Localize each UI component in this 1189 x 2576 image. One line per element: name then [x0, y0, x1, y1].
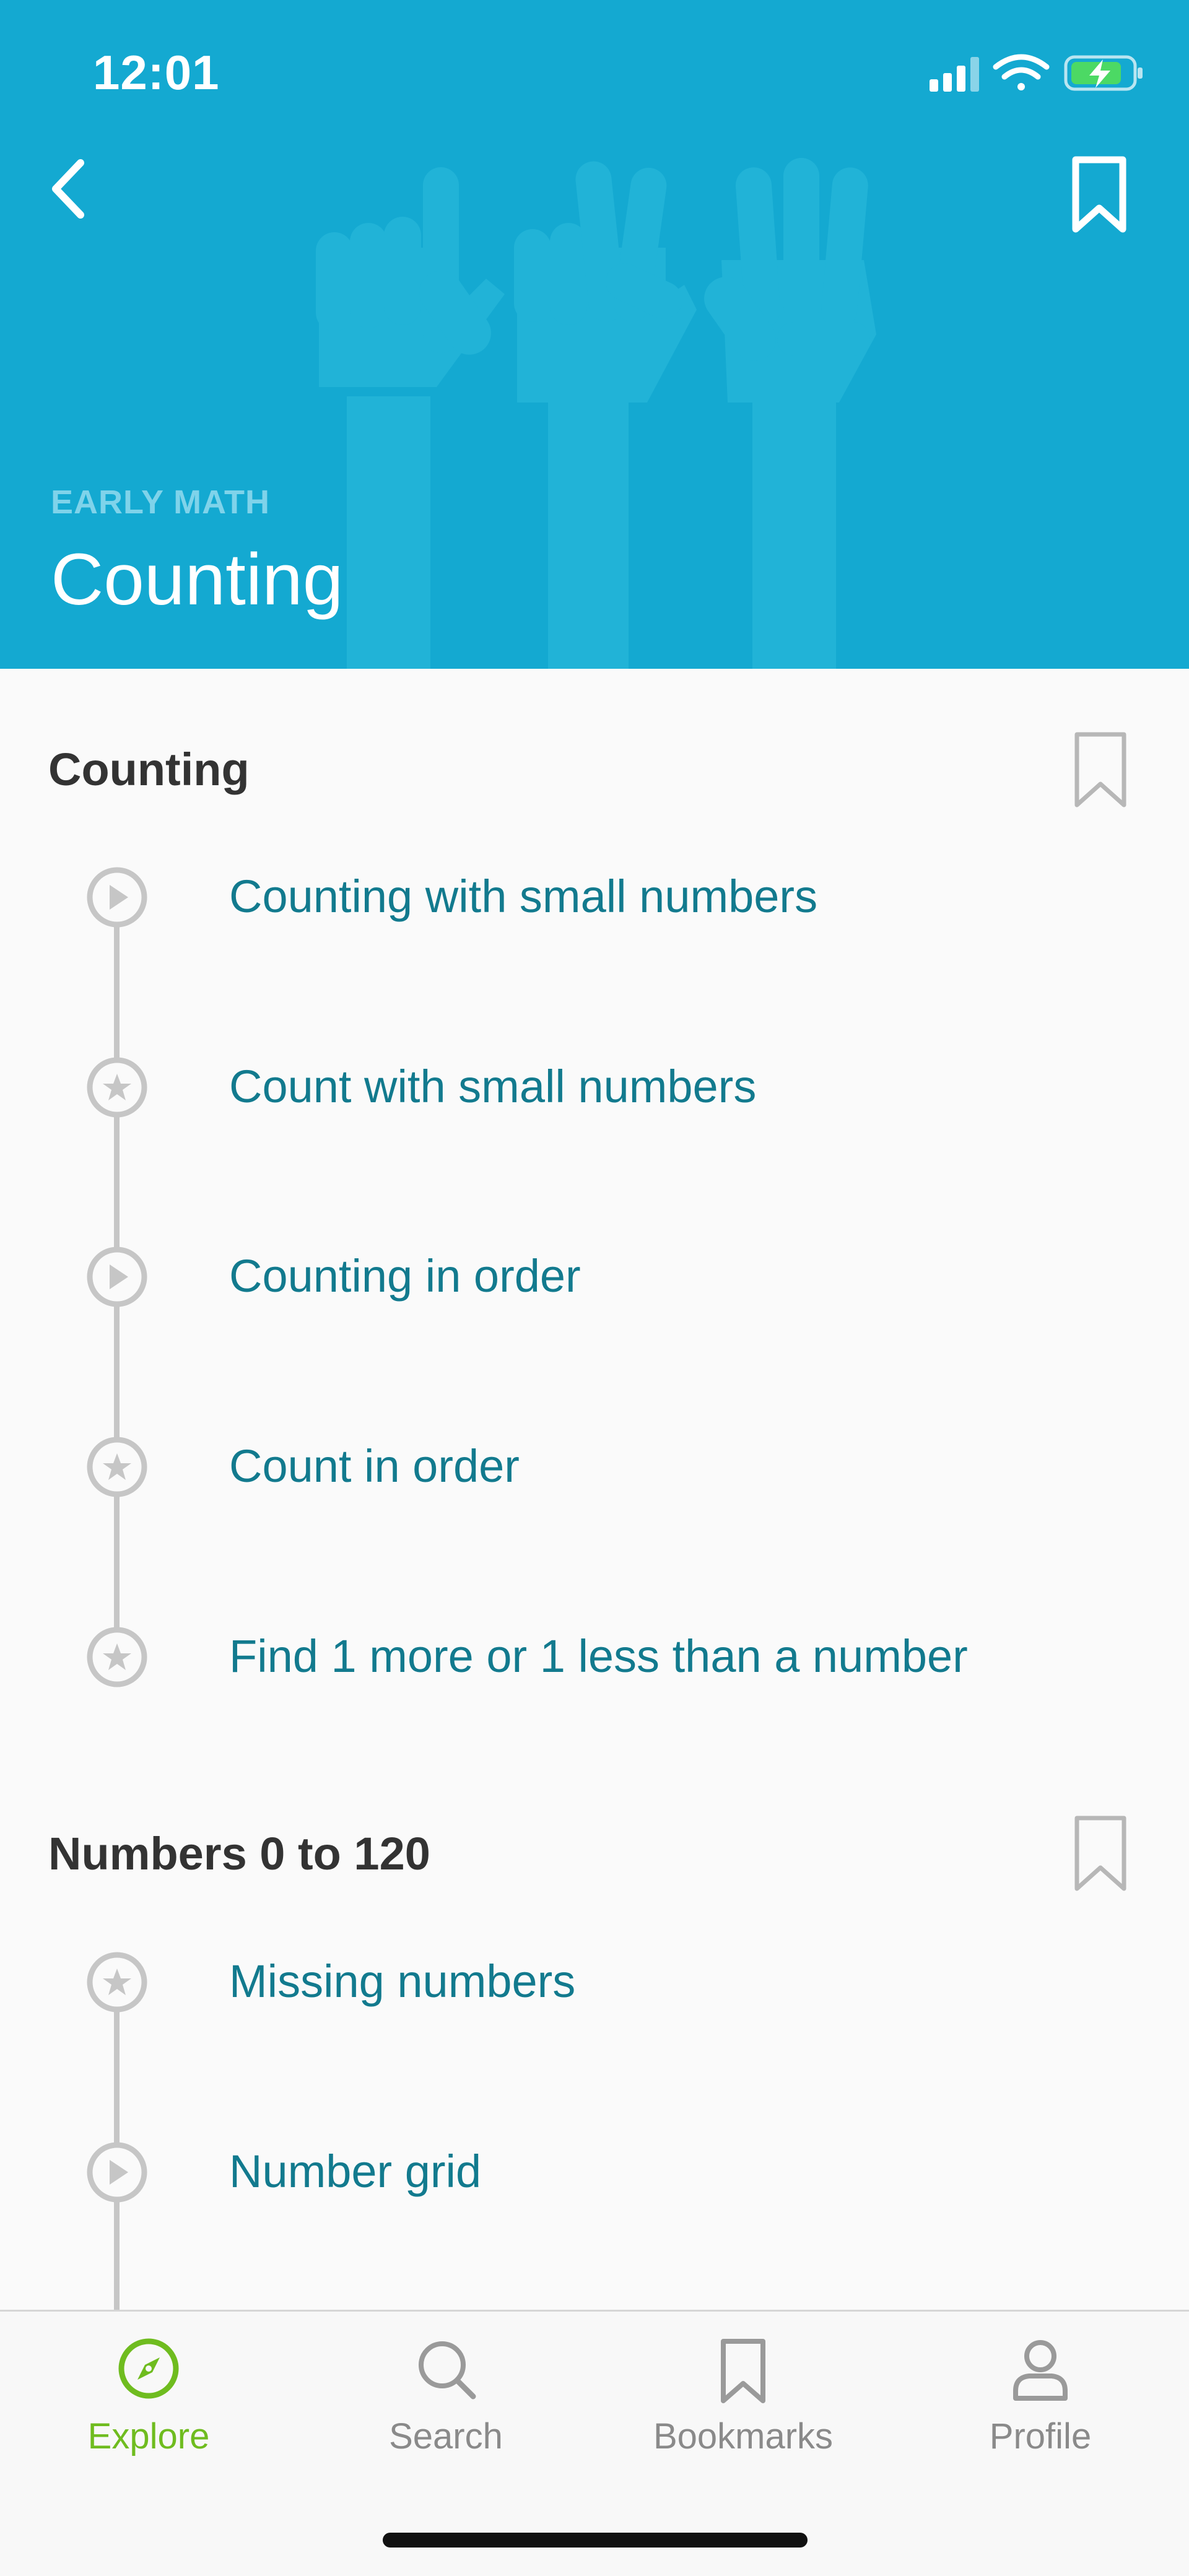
tab-label: Explore: [87, 2416, 210, 2456]
wifi-icon: [993, 54, 1050, 90]
bookmark-icon: [1074, 1816, 1126, 1891]
section-title: Counting: [48, 744, 250, 795]
tab-profile[interactable]: Profile: [892, 2312, 1189, 2473]
signal-icon: [930, 57, 979, 92]
section-bookmark-button[interactable]: [1069, 729, 1131, 811]
search-icon: [419, 2341, 476, 2400]
bookmark-icon: [721, 2339, 765, 2403]
video-icon: [87, 867, 147, 928]
topic-header: 12:01 EARLY MATH Counting: [0, 0, 1189, 669]
section-title: Numbers 0 to 120: [48, 1828, 430, 1879]
video-icon: [87, 1247, 147, 1307]
bookmark-icon: [1072, 156, 1126, 233]
exercise-star-icon: [87, 1437, 147, 1497]
status-icons: [930, 54, 1143, 92]
lesson-item[interactable]: Missing numbers: [229, 1955, 575, 2008]
compass-icon: [118, 2338, 179, 2399]
bookmark-icon: [1074, 732, 1126, 807]
tab-label: Search: [389, 2416, 503, 2456]
chevron-left-icon: [52, 159, 84, 219]
lesson-item[interactable]: Count with small numbers: [229, 1060, 756, 1113]
exercise-star-icon: [87, 1057, 147, 1118]
home-indicator: [383, 2533, 808, 2548]
tab-label: Bookmarks: [653, 2416, 834, 2456]
exercise-star-icon: [87, 1627, 147, 1687]
lesson-item[interactable]: Counting in order: [229, 1250, 581, 1302]
section-bookmark-button[interactable]: [1069, 1813, 1131, 1895]
subject-label: EARLY MATH: [51, 484, 271, 521]
video-icon: [87, 2142, 147, 2203]
back-button[interactable]: [43, 152, 99, 226]
lesson-item[interactable]: Counting with small numbers: [229, 870, 817, 923]
tab-explore[interactable]: Explore: [0, 2312, 297, 2473]
page-title: Counting: [51, 539, 344, 620]
battery-icon: [1064, 55, 1143, 91]
tab-label: Profile: [989, 2416, 1092, 2456]
lesson-item[interactable]: Count in order: [229, 1440, 520, 1492]
person-icon: [1013, 2340, 1068, 2401]
exercise-star-icon: [87, 1952, 147, 2012]
status-time: 12:01: [93, 45, 220, 100]
header-bookmark-button[interactable]: [1068, 155, 1130, 235]
lesson-item[interactable]: Find 1 more or 1 less than a number: [229, 1630, 968, 1682]
tab-search[interactable]: Search: [297, 2312, 594, 2473]
lesson-item[interactable]: Number grid: [229, 2145, 481, 2198]
tab-bookmarks[interactable]: Bookmarks: [594, 2312, 892, 2473]
